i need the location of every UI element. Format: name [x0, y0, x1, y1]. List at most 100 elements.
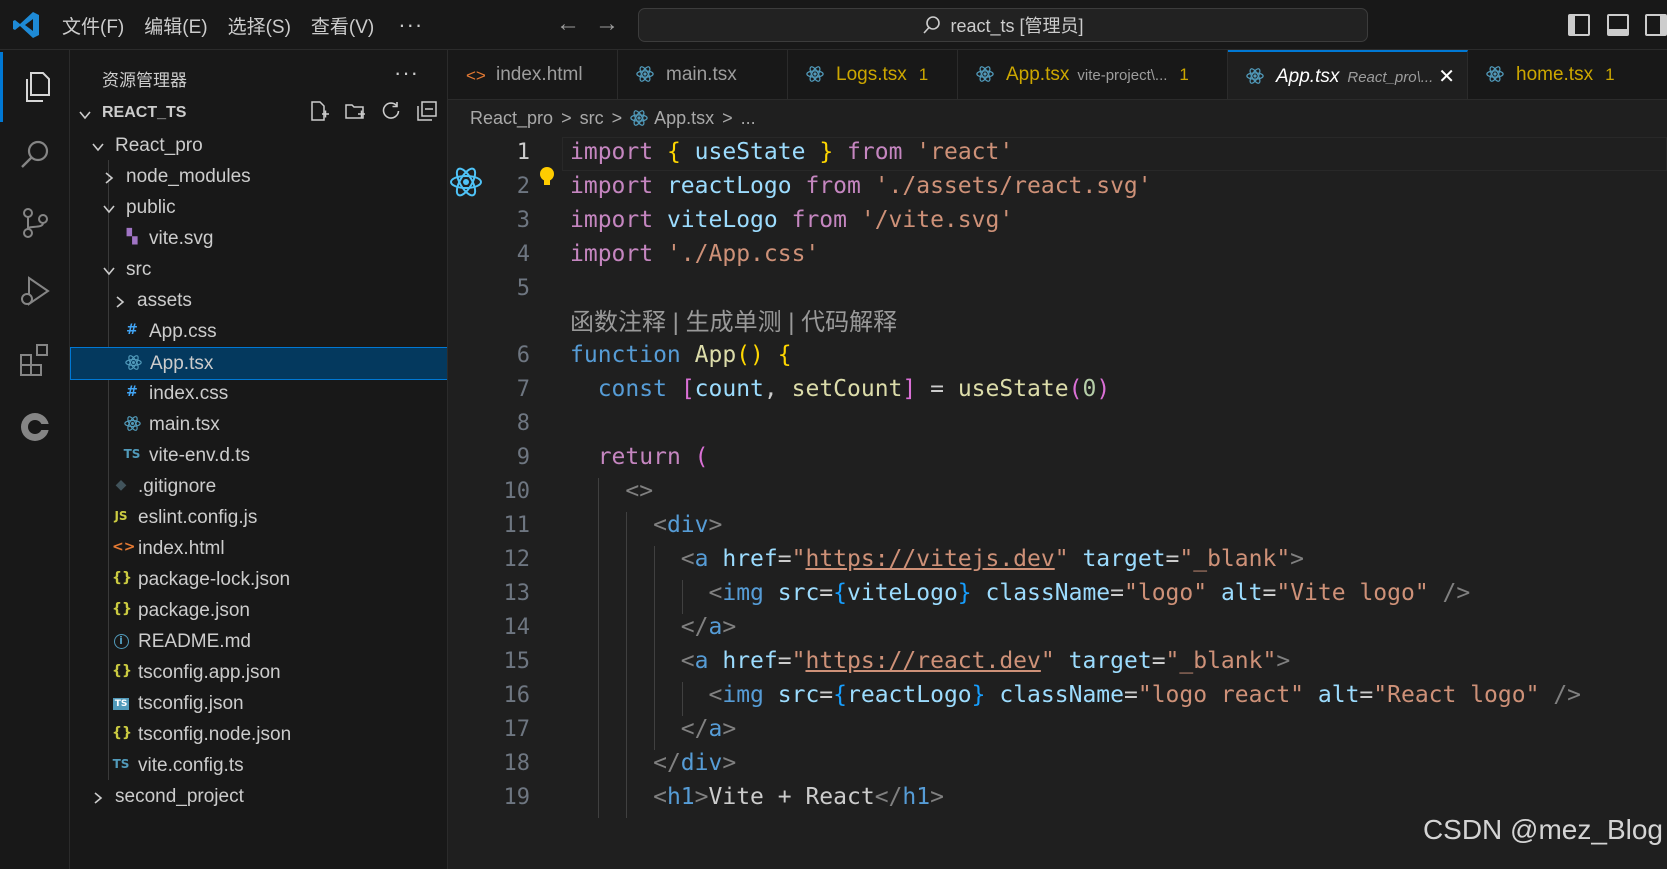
tab-label: App.tsx React_pro\... — [1276, 66, 1433, 88]
tree-folder[interactable]: public — [70, 192, 447, 225]
forward-arrow-icon[interactable]: → — [595, 10, 619, 38]
chevron-down-icon — [103, 205, 115, 214]
tree-file[interactable]: <> index.html — [70, 533, 447, 566]
title-bar: 文件(F) 编辑(E) 选择(S) 查看(V) ··· ← → react_ts… — [0, 0, 1667, 50]
toggle-secondary-sidebar-icon[interactable] — [1645, 14, 1667, 36]
tree-folder[interactable]: assets — [70, 285, 447, 318]
tab[interactable]: Logs.tsx 1 — [788, 50, 958, 99]
tree-label: tsconfig.app.json — [138, 662, 281, 683]
info-file-icon: i — [112, 632, 130, 649]
chevron-right-icon: > — [722, 107, 733, 128]
refresh-icon[interactable] — [380, 100, 402, 122]
toggle-primary-sidebar-icon[interactable] — [1568, 14, 1590, 36]
close-icon[interactable]: ✕ — [1438, 64, 1455, 89]
lightbulb-icon[interactable] — [538, 166, 556, 188]
tree-label: package-lock.json — [138, 569, 291, 590]
tree-file[interactable]: ▚ vite.svg — [70, 223, 447, 256]
tree-file[interactable]: TS vite-env.d.ts — [70, 440, 447, 473]
search-icon[interactable] — [0, 120, 70, 190]
breadcrumb-folder[interactable]: src — [580, 108, 604, 129]
tree-file[interactable]: {} tsconfig.node.json — [70, 719, 447, 752]
tree-label: README.md — [138, 631, 251, 652]
menu-file[interactable]: 文件(F) — [62, 12, 124, 39]
tree-file[interactable]: {} package-lock.json — [70, 564, 447, 597]
toggle-panel-icon[interactable] — [1607, 14, 1629, 36]
chevron-right-icon — [94, 792, 103, 804]
vscode-logo-icon[interactable] — [10, 9, 42, 41]
code-editor[interactable]: 1 2 3 4 5 6 7 8 9 10 11 12 13 14 15 16 1… — [448, 136, 1667, 856]
tree-file[interactable]: main.tsx — [70, 409, 447, 442]
tree-file[interactable]: App.tsx — [70, 347, 447, 380]
tree-folder[interactable]: second_project — [70, 781, 447, 814]
line-number: 9 — [516, 445, 530, 470]
tab-label: Logs.tsx 1 — [836, 64, 928, 86]
tab[interactable]: home.tsx 1 — [1468, 50, 1667, 99]
tree-folder[interactable]: src — [70, 254, 447, 287]
tree-file[interactable]: {} tsconfig.app.json — [70, 657, 447, 690]
line-number: 3 — [516, 208, 530, 233]
react-file-icon — [806, 65, 824, 89]
ts-file-icon: TS — [123, 447, 141, 461]
tree-label: assets — [137, 290, 192, 311]
breadcrumb-folder[interactable]: React_pro — [470, 108, 553, 129]
tree-folder[interactable]: node_modules — [70, 161, 447, 194]
source-control-icon[interactable] — [0, 188, 70, 258]
remote-icon[interactable] — [0, 392, 70, 462]
line-number: 8 — [516, 411, 530, 436]
tree-label: tsconfig.json — [138, 693, 244, 714]
explorer-icon[interactable] — [0, 52, 70, 122]
tree-label: eslint.config.js — [138, 507, 258, 528]
chevron-right-icon — [105, 172, 114, 184]
collapse-all-icon[interactable] — [416, 100, 438, 122]
tree-file[interactable]: # App.css — [70, 316, 447, 349]
tree-label: package.json — [138, 600, 250, 621]
new-folder-icon[interactable] — [344, 100, 366, 122]
tree-label: src — [126, 259, 152, 280]
chevron-right-icon: > — [611, 107, 623, 128]
tree-label: node_modules — [126, 166, 251, 187]
tab-label: index.html — [496, 64, 583, 86]
menu-more-icon[interactable]: ··· — [398, 12, 423, 38]
line-number: 12 — [503, 547, 531, 572]
command-center-search[interactable]: react_ts [管理员] — [638, 8, 1368, 42]
tab-active[interactable]: App.tsx React_pro\... ✕ — [1228, 50, 1468, 99]
code-line: return ( — [597, 444, 709, 470]
svg-file-icon: ▚ — [126, 229, 138, 245]
back-arrow-icon[interactable]: ← — [556, 10, 580, 38]
line-number: 18 — [503, 751, 531, 776]
tree-label: tsconfig.node.json — [138, 724, 292, 745]
line-number: 7 — [516, 377, 530, 402]
chevron-right-icon: > — [561, 107, 572, 128]
tree-label: React_pro — [115, 135, 203, 156]
code-line: const [count, setCount] = useState(0) — [597, 376, 1111, 402]
menu-edit[interactable]: 编辑(E) — [144, 12, 207, 39]
codelens-actions[interactable]: 函数注释 | 生成单测 | 代码解释 — [570, 302, 897, 337]
tree-folder[interactable]: React_pro — [70, 130, 447, 163]
json-file-icon: {} — [112, 725, 132, 741]
tree-file[interactable]: ◆ .gitignore — [70, 471, 447, 504]
breadcrumb-symbol[interactable]: ... — [741, 108, 756, 129]
react-file-icon — [976, 65, 994, 89]
menu-view[interactable]: 查看(V) — [311, 12, 374, 39]
tree-file[interactable]: TS tsconfig.json — [70, 688, 447, 721]
tree-file[interactable]: {} package.json — [70, 595, 447, 628]
explorer-more-icon[interactable]: ··· — [394, 60, 419, 86]
tab[interactable]: main.tsx — [618, 50, 788, 99]
menu-selection[interactable]: 选择(S) — [228, 12, 291, 39]
css-file-icon: # — [126, 322, 138, 338]
workspace-section-header[interactable]: REACT_TS — [70, 100, 447, 130]
tab[interactable]: <> index.html — [448, 50, 618, 99]
tree-file[interactable]: TS vite.config.ts — [70, 750, 447, 783]
tree-file[interactable]: JS eslint.config.js — [70, 502, 447, 535]
run-debug-icon[interactable] — [0, 256, 70, 326]
line-number: 2 — [516, 174, 530, 199]
tree-label: main.tsx — [149, 414, 220, 435]
tree-file[interactable]: # index.css — [70, 378, 447, 411]
tree-file[interactable]: i README.md — [70, 626, 447, 659]
react-file-icon — [636, 65, 654, 89]
extensions-icon[interactable] — [0, 324, 70, 394]
tab[interactable]: App.tsx vite-project\... 1 — [958, 50, 1228, 99]
breadcrumb-file[interactable]: App.tsx — [654, 108, 714, 129]
new-file-icon[interactable] — [308, 100, 330, 122]
search-icon — [923, 16, 941, 34]
